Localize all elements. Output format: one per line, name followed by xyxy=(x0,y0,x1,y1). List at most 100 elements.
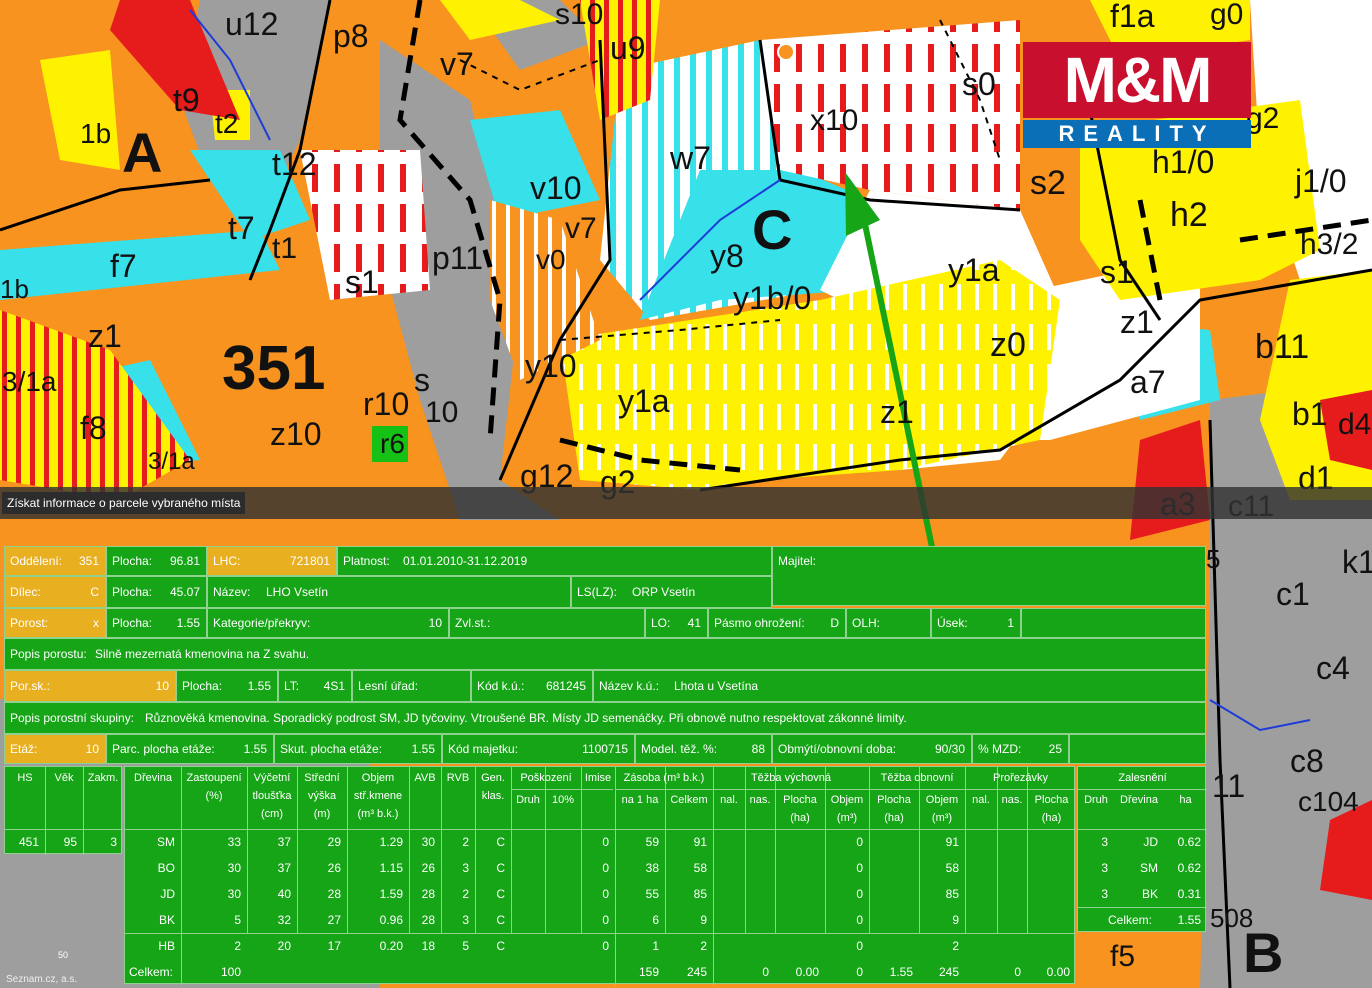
map-label: g0 xyxy=(1210,0,1244,31)
species-cell-tl: 20 xyxy=(277,939,291,953)
species-cell-obj: 1.59 xyxy=(379,887,403,901)
map-label: y1b/0 xyxy=(733,280,812,316)
map-label: s1 xyxy=(345,264,379,300)
stredni-header: Střední xyxy=(304,772,340,784)
model-tez-label: Model. těž. %: xyxy=(641,742,718,756)
species-cell-obj: 1.29 xyxy=(379,835,403,849)
lt-label: LT: xyxy=(284,679,300,693)
plocha-label: Plocha: xyxy=(182,679,223,693)
plocha-label: Plocha: xyxy=(112,616,153,630)
map-label: u12 xyxy=(225,6,279,42)
map-label: c4 xyxy=(1316,650,1350,686)
mzd-value: 25 xyxy=(1048,742,1062,756)
species-cell-imise: 0 xyxy=(602,835,609,849)
oddeleni-label: Oddělení: xyxy=(10,554,63,568)
total-tv-nas: 0 xyxy=(762,965,769,979)
usek-value: 1 xyxy=(1007,616,1014,630)
objem-header: Objem xyxy=(361,772,395,784)
oddeleni-plocha-field: Plocha: 96.81 xyxy=(106,546,207,576)
zalesneni-cell: BK xyxy=(1141,887,1158,901)
obmyti-value: 90/30 xyxy=(934,742,965,756)
porsk-label: Por.sk.: xyxy=(10,679,51,693)
zalesneni-druh-header: Druh xyxy=(1084,794,1108,806)
platnost-field: Platnost: 01.01.2010-31.12.2019 xyxy=(337,546,772,576)
etaz-field: Etáž: 10 xyxy=(4,734,106,764)
species-table: Dřevina Zastoupení (%) Výčetní tloušťka … xyxy=(124,766,1076,985)
usek-label: Úsek: xyxy=(937,616,968,630)
species-cell-avb: 30 xyxy=(421,835,435,849)
obmyti-field: Obmýtí/obnovní doba: 90/30 xyxy=(772,734,972,764)
species-cell-vy: 26 xyxy=(327,861,341,875)
map-attribution[interactable]: Seznam.cz, a.s. xyxy=(6,974,77,985)
empty-cell xyxy=(1021,608,1206,638)
map-label: b1 xyxy=(1292,396,1328,432)
total-tv-plocha: 0.00 xyxy=(795,965,819,979)
lo-value: 41 xyxy=(687,616,701,630)
plocha-value: 1.55 xyxy=(176,616,200,630)
species-cell-vy: 29 xyxy=(327,835,341,849)
kod-ku-value: 681245 xyxy=(545,679,586,693)
majitel-label: Majitel: xyxy=(778,554,817,568)
species-cell-tl: 40 xyxy=(277,887,291,901)
lhc-field: LHC: 721801 xyxy=(207,546,337,576)
species-cell-imise: 0 xyxy=(602,887,609,901)
total-pr-nas: 0 xyxy=(1014,965,1021,979)
species-cell-to-obj: 58 xyxy=(945,861,959,875)
map-label: 3/1a xyxy=(148,448,195,475)
map-label: s2 xyxy=(1030,164,1066,202)
map-label: r6 xyxy=(380,428,405,459)
species-cell-tl: 32 xyxy=(277,913,291,927)
zastoupeni-unit: (%) xyxy=(205,790,223,802)
gen-header-2: klas. xyxy=(481,790,505,802)
map-label: y8 xyxy=(710,238,744,274)
species-cell-ha: 55 xyxy=(645,887,659,901)
total-label: Celkem: xyxy=(129,965,174,979)
map-label: g2 xyxy=(1246,102,1280,135)
ls-field: LS(LZ): ORP Vsetín xyxy=(571,576,772,608)
map-label: 1b xyxy=(80,118,112,149)
skut-plocha-value: 1.55 xyxy=(411,742,435,756)
dilec-value: C xyxy=(90,585,99,599)
pasmo-field: Pásmo ohrožení: D xyxy=(708,608,846,638)
map-label: y10 xyxy=(525,348,577,384)
hs-table: HS Věk Zakm. 451 95 3 xyxy=(4,766,123,855)
map-label: t1 xyxy=(272,232,298,265)
zalesneni-drevina-header: Dřevina xyxy=(1120,794,1158,806)
mzd-label: % MZD: xyxy=(978,742,1022,756)
to-plocha-header: Plocha xyxy=(877,794,911,806)
obmyti-label: Obmýtí/obnovní doba: xyxy=(778,742,897,756)
parc-plocha-value: 1.55 xyxy=(243,742,267,756)
zalesneni-table: Zalesnění Druh Dřevina ha 3 JD 0.62 3 SM 0.62… xyxy=(1077,766,1207,932)
species-cell-tv-obj: 0 xyxy=(856,835,863,849)
map-label: s10 xyxy=(555,0,604,31)
porost-value: x xyxy=(93,616,99,630)
total-pr-plocha: 0.00 xyxy=(1046,965,1070,979)
zalesneni-cell: 3 xyxy=(1101,887,1108,901)
to-plocha-unit: (ha) xyxy=(884,812,904,824)
lesni-urad-field: Lesní úřad: xyxy=(352,670,471,702)
vycetni-header-2: tloušťka xyxy=(252,790,292,802)
species-cell-ha: 6 xyxy=(652,913,659,927)
species-cell-obj: 0.96 xyxy=(379,913,403,927)
zalesneni-cell: 3 xyxy=(1101,835,1108,849)
zakm-header: Zakm. xyxy=(87,772,119,784)
kod-majetku-value: 1100715 xyxy=(582,742,628,756)
get-parcel-info-button[interactable]: Získat informace o parcele vybraného mís… xyxy=(2,492,246,514)
porsk-value: 10 xyxy=(155,679,169,693)
porsk-plocha-field: Plocha: 1.55 xyxy=(176,670,278,702)
map-label: k1 xyxy=(1342,544,1372,580)
map-label: b11 xyxy=(1255,328,1310,366)
imise-header: Imise xyxy=(584,772,612,784)
map-label: s xyxy=(414,362,430,398)
stredni-unit: (m) xyxy=(313,808,331,820)
map-label: p11 xyxy=(432,240,484,276)
map-label: v0 xyxy=(536,244,566,275)
total-zasoba-celkem: 245 xyxy=(686,965,707,979)
zalesneni-cell: SM xyxy=(1140,861,1158,875)
tv-nas-header: nas. xyxy=(749,794,771,806)
kod-majetku-field: Kód majetku: 1100715 xyxy=(442,734,635,764)
species-cell-zast: 5 xyxy=(234,913,241,927)
olh-field: OLH: xyxy=(846,608,931,638)
lo-field: LO: 41 xyxy=(645,608,708,638)
zalesneni-total-value: 1.55 xyxy=(1177,913,1201,927)
